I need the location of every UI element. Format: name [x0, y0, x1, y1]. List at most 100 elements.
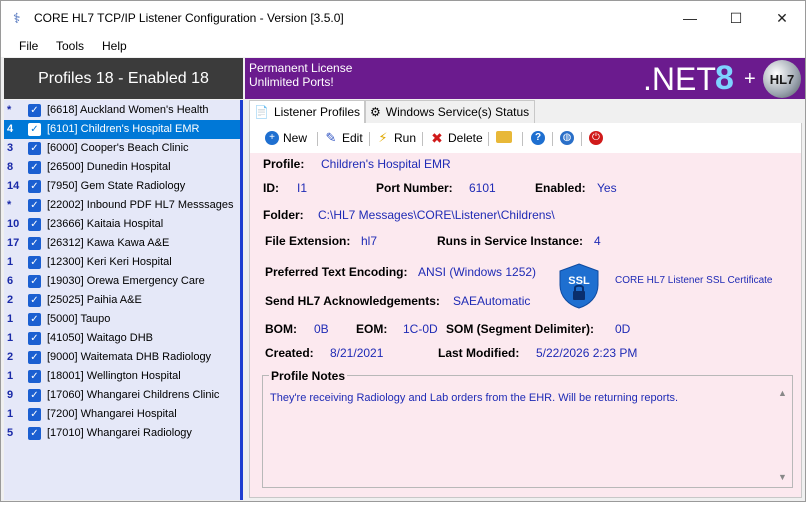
profile-name: [26312] Kawa Kawa A&E — [47, 237, 170, 249]
profile-enabled-checkbox[interactable]: ✓ — [28, 161, 41, 174]
profile-enabled-checkbox[interactable]: ✓ — [28, 218, 41, 231]
scroll-down-icon[interactable]: ▼ — [778, 472, 787, 482]
profile-list-item[interactable]: 2 ✓ [9000] Waitemata DHB Radiology — [4, 348, 240, 367]
profile-enabled-checkbox[interactable]: ✓ — [28, 104, 41, 117]
id-label: ID: — [263, 181, 279, 195]
profile-enabled-checkbox[interactable]: ✓ — [28, 313, 41, 326]
hl7-logo-icon: HL7 — [763, 60, 801, 98]
license-type: Permanent License — [249, 61, 353, 75]
website-button[interactable]: ◍ — [560, 131, 578, 145]
profile-list-item[interactable]: 1 ✓ [7200] Whangarei Hospital — [4, 405, 240, 424]
profile-label: Profile: — [263, 157, 305, 171]
profile-name: [41050] Waitago DHB — [47, 332, 153, 344]
toolbar-separator — [581, 132, 582, 146]
profile-notes-text[interactable]: They're receiving Radiology and Lab orde… — [270, 392, 678, 404]
profile-list-item[interactable]: 1 ✓ [5000] Taupo — [4, 310, 240, 329]
scroll-up-icon[interactable]: ▲ — [778, 388, 787, 398]
profile-enabled-checkbox[interactable]: ✓ — [28, 332, 41, 345]
profile-list-item[interactable]: 3 ✓ [6000] Cooper's Beach Clinic — [4, 139, 240, 158]
profile-enabled-checkbox[interactable]: ✓ — [28, 408, 41, 421]
profile-enabled-checkbox[interactable]: ✓ — [28, 256, 41, 269]
tab-windows-services[interactable]: ⚙ Windows Service(s) Status — [365, 100, 535, 123]
profile-name: [17060] Whangarei Childrens Clinic — [47, 389, 220, 401]
profile-list-item[interactable]: 6 ✓ [19030] Orewa Emergency Care — [4, 272, 240, 291]
profile-list-item[interactable]: 9 ✓ [17060] Whangarei Childrens Clinic — [4, 386, 240, 405]
toolbar-separator — [522, 132, 523, 146]
notes-scrollbar[interactable]: ▲ ▼ — [775, 384, 791, 484]
profile-enabled-checkbox[interactable]: ✓ — [28, 427, 41, 440]
profile-list-item[interactable]: 1 ✓ [41050] Waitago DHB — [4, 329, 240, 348]
profile-name: [6101] Children's Hospital EMR — [47, 123, 200, 135]
last-modified-value: 5/22/2026 2:23 PM — [536, 346, 638, 360]
profile-list-item[interactable]: 14 ✓ [7950] Gem State Radiology — [4, 177, 240, 196]
tab-listener-profiles[interactable]: 📄 Listener Profiles — [249, 100, 365, 123]
id-value: I1 — [297, 181, 308, 195]
profile-list: * ✓ [6618] Auckland Women's Health 4 ✓ [6101]… — [4, 100, 243, 500]
ssl-certificate-link[interactable]: CORE HL7 Listener SSL Certificate — [615, 275, 772, 286]
toolbar-separator — [488, 132, 489, 146]
profile-enabled-checkbox[interactable]: ✓ — [28, 351, 41, 364]
file-extension-label: File Extension: — [265, 234, 351, 248]
close-button[interactable]: ✕ — [759, 1, 805, 35]
profile-list-item[interactable]: * ✓ [22002] Inbound PDF HL7 Messsages — [4, 196, 240, 215]
profile-instance-mark: 2 — [7, 294, 14, 306]
profile-name: [7950] Gem State Radiology — [47, 180, 186, 192]
license-ports: Unlimited Ports! — [249, 75, 334, 89]
profile-name: [22002] Inbound PDF HL7 Messsages — [47, 199, 234, 211]
profile-instance-mark: * — [7, 199, 12, 211]
help-button[interactable]: ? — [531, 131, 549, 145]
profile-list-item[interactable]: 2 ✓ [25025] Paihia A&E — [4, 291, 240, 310]
tab-label: Windows Service(s) Status — [385, 105, 530, 119]
profile-enabled-checkbox[interactable]: ✓ — [28, 123, 41, 136]
profile-list-item[interactable]: * ✓ [6618] Auckland Women's Health — [4, 101, 240, 120]
profile-enabled-checkbox[interactable]: ✓ — [28, 180, 41, 193]
minimize-button[interactable]: — — [667, 1, 713, 35]
profile-list-item[interactable]: 8 ✓ [26500] Dunedin Hospital — [4, 158, 240, 177]
profile-enabled-checkbox[interactable]: ✓ — [28, 294, 41, 307]
enabled-label: Enabled: — [535, 181, 586, 195]
profile-name: [6000] Cooper's Beach Clinic — [47, 142, 189, 154]
tab-label: Listener Profiles — [273, 105, 360, 119]
delete-button[interactable]: ✖ Delete — [430, 131, 483, 145]
profile-enabled-checkbox[interactable]: ✓ — [28, 237, 41, 250]
run-button[interactable]: ⚡ Run — [376, 130, 417, 146]
profile-list-item[interactable]: 1 ✓ [12300] Keri Keri Hospital — [4, 253, 240, 272]
profile-list-item[interactable]: 17 ✓ [26312] Kawa Kawa A&E — [4, 234, 240, 253]
edit-button[interactable]: ✎ Edit — [324, 131, 363, 146]
toolbar-separator — [369, 132, 370, 146]
folder-value[interactable]: C:\HL7 Messages\CORE\Listener\Childrens\ — [318, 208, 555, 222]
profile-enabled-checkbox[interactable]: ✓ — [28, 275, 41, 288]
profile-instance-mark: 5 — [7, 427, 14, 439]
toolbar: + New ✎ Edit ⚡ Run ✖ Delete ? ◍ ⏻ — [249, 123, 802, 153]
new-button[interactable]: + New — [265, 131, 307, 145]
license-banner: Permanent License Unlimited Ports! .NET … — [245, 58, 805, 99]
profile-name: [7200] Whangarei Hospital — [47, 408, 177, 420]
menu-tools[interactable]: Tools — [56, 39, 84, 53]
delete-x-icon: ✖ — [431, 130, 443, 146]
profile-enabled-checkbox[interactable]: ✓ — [28, 199, 41, 212]
profile-list-item[interactable]: 5 ✓ [17010] Whangarei Radiology — [4, 424, 240, 443]
toolbar-separator — [317, 132, 318, 146]
run-label: Run — [394, 131, 417, 145]
profile-list-item[interactable]: 10 ✓ [23666] Kaitaia Hospital — [4, 215, 240, 234]
profile-list-item[interactable]: 1 ✓ [18001] Wellington Hospital — [4, 367, 240, 386]
profile-instance-mark: 1 — [7, 370, 14, 382]
profile-list-item[interactable]: 4 ✓ [6101] Children's Hospital EMR — [4, 120, 240, 139]
menu-bar: File Tools Help — [1, 35, 805, 57]
profile-enabled-checkbox[interactable]: ✓ — [28, 370, 41, 383]
toolbar-separator — [422, 132, 423, 146]
lightning-icon: ⚡ — [378, 130, 388, 145]
ssl-shield-icon[interactable]: SSL — [558, 263, 600, 309]
profile-name: [9000] Waitemata DHB Radiology — [47, 351, 212, 363]
profile-enabled-checkbox[interactable]: ✓ — [28, 142, 41, 155]
maximize-button[interactable]: ☐ — [713, 1, 759, 35]
file-extension-value: hl7 — [361, 234, 378, 248]
profile-instance-mark: 8 — [7, 161, 14, 173]
open-folder-button[interactable] — [496, 131, 516, 143]
edit-label: Edit — [342, 131, 363, 145]
port-label: Port Number: — [376, 181, 453, 195]
power-button[interactable]: ⏻ — [589, 131, 607, 145]
profile-enabled-checkbox[interactable]: ✓ — [28, 389, 41, 402]
menu-file[interactable]: File — [19, 39, 38, 53]
menu-help[interactable]: Help — [102, 39, 127, 53]
